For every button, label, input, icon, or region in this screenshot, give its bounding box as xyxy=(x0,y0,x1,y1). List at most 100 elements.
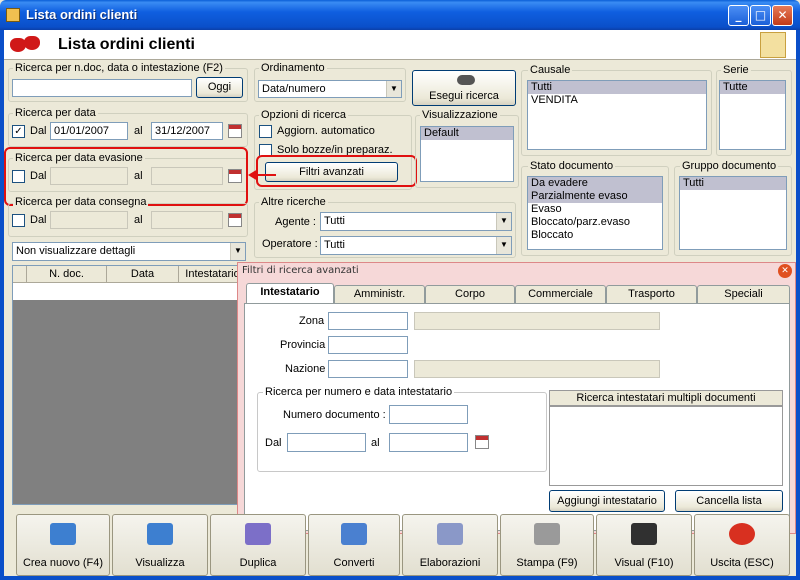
contacts-icon[interactable] xyxy=(760,32,786,58)
aggiorn-checkbox[interactable] xyxy=(259,125,272,138)
numero-data-group xyxy=(257,392,547,472)
maximize-button[interactable]: □ xyxy=(750,5,771,26)
causale-list[interactable]: Tutti VENDITA xyxy=(527,80,707,150)
button-label: Elaborazioni xyxy=(419,557,481,569)
pen-icon xyxy=(631,523,657,545)
stato-label: Stato documento xyxy=(528,160,616,172)
agente-select[interactable]: Tutti ▼ xyxy=(320,212,512,231)
chevron-down-icon: ▼ xyxy=(496,213,511,230)
elaborazioni-button[interactable]: Elaborazioni xyxy=(402,514,498,576)
visualizzazione-label: Visualizzazione xyxy=(420,109,500,121)
button-label: Crea nuovo (F4) xyxy=(22,557,104,569)
provincia-input[interactable] xyxy=(328,336,408,354)
serie-label: Serie xyxy=(721,64,751,76)
page-title: Lista ordini clienti xyxy=(58,36,195,53)
button-label: Visual (F10) xyxy=(614,557,674,569)
window-frame-bottom xyxy=(0,576,800,580)
list-item[interactable]: Tutti xyxy=(680,177,786,190)
tab-corpo[interactable]: Corpo xyxy=(425,285,515,303)
list-item[interactable]: Da evadere xyxy=(528,177,662,190)
list-item[interactable]: Bloccato/parz.evaso xyxy=(528,216,662,229)
table-row[interactable] xyxy=(13,283,247,300)
stato-list[interactable]: Da evadere Parzialmente evaso Evaso Bloc… xyxy=(527,176,663,250)
search-input[interactable] xyxy=(12,79,192,97)
chevron-down-icon: ▼ xyxy=(496,237,511,254)
list-item[interactable]: Parzialmente evaso xyxy=(528,190,662,203)
multipli-header: Ricerca intestatari multipli documenti xyxy=(549,390,783,406)
chevron-down-icon: ▼ xyxy=(230,243,245,260)
tab-trasporto[interactable]: Trasporto xyxy=(606,285,697,303)
list-item[interactable]: Evaso xyxy=(528,203,662,216)
visual-button[interactable]: Visual (F10) xyxy=(596,514,692,576)
intest-al-input[interactable] xyxy=(389,433,468,452)
orders-grid[interactable]: N. doc. Data Intestatario xyxy=(12,265,248,505)
convert-icon xyxy=(341,523,367,545)
list-item[interactable]: Tutte xyxy=(720,81,785,94)
uscita-button[interactable]: Uscita (ESC) xyxy=(694,514,790,576)
cancella-lista-button[interactable]: Cancella lista xyxy=(675,490,783,512)
list-item[interactable]: Default xyxy=(421,127,513,140)
gruppo-list[interactable]: Tutti xyxy=(679,176,787,250)
al-label: al xyxy=(134,214,143,226)
column-header[interactable]: N. doc. xyxy=(27,266,107,283)
zona-input[interactable] xyxy=(328,312,408,330)
duplica-button[interactable]: Duplica xyxy=(210,514,306,576)
list-item[interactable]: VENDITA xyxy=(528,94,706,107)
nazione-input[interactable] xyxy=(328,360,408,378)
oggi-button[interactable]: Oggi xyxy=(196,77,243,98)
button-label: Visualizza xyxy=(135,557,185,569)
ordinamento-select[interactable]: Data/numero ▼ xyxy=(258,80,402,98)
page-header: Lista ordini clienti xyxy=(4,30,796,60)
list-item[interactable]: Tutti xyxy=(528,81,706,94)
tab-intestatario[interactable]: Intestatario xyxy=(246,283,334,304)
dialog-close-icon[interactable]: ✕ xyxy=(778,264,792,278)
al-date-input[interactable]: 31/12/2007 xyxy=(151,122,223,140)
consegna-al-input[interactable] xyxy=(151,211,223,229)
nazione-label: Nazione xyxy=(285,363,326,375)
zona-description xyxy=(414,312,660,330)
calendar-icon[interactable] xyxy=(228,213,242,227)
dettagli-select[interactable]: Non visualizzare dettagli ▼ xyxy=(12,242,246,261)
esegui-ricerca-button[interactable]: Esegui ricerca xyxy=(412,70,516,106)
stampa-button[interactable]: Stampa (F9) xyxy=(500,514,594,576)
multipli-list[interactable] xyxy=(549,406,783,486)
column-header[interactable]: Data xyxy=(107,266,179,283)
calendar-icon[interactable] xyxy=(228,124,242,138)
calendar-icon[interactable] xyxy=(475,435,489,449)
dialog-title: Filtri di ricerca avanzati xyxy=(242,265,359,276)
highlight-box xyxy=(256,155,417,187)
visualizza-button[interactable]: Visualizza xyxy=(112,514,208,576)
gear-icon xyxy=(437,523,463,545)
intestatario-panel: Zona Provincia Nazione Ricerca per numer… xyxy=(244,303,790,531)
tab-speciali[interactable]: Speciali xyxy=(697,285,790,303)
chevron-down-icon: ▼ xyxy=(386,81,401,97)
visualizzazione-list[interactable]: Default xyxy=(420,126,514,182)
printer-icon xyxy=(534,523,560,545)
consegna-dal-input[interactable] xyxy=(50,211,128,229)
window-titlebar[interactable]: Lista ordini clienti _ □ ✕ xyxy=(0,0,800,30)
button-label: Uscita (ESC) xyxy=(710,557,774,569)
tab-amministr[interactable]: Amministr. xyxy=(334,285,425,303)
crea-nuovo-button[interactable]: Crea nuovo (F4) xyxy=(16,514,110,576)
numero-group-label: Ricerca per numero e data intestatario xyxy=(263,386,455,398)
provincia-label: Provincia xyxy=(280,339,326,351)
tab-commerciale[interactable]: Commerciale xyxy=(515,285,606,303)
agente-value: Tutti xyxy=(324,215,345,227)
dettagli-value: Non visualizzare dettagli xyxy=(16,245,136,257)
close-button[interactable]: ✕ xyxy=(772,5,793,26)
app-icon xyxy=(6,8,20,22)
window-frame-left xyxy=(0,30,4,580)
minimize-button[interactable]: _ xyxy=(728,5,749,26)
ricerca-data-checkbox[interactable]: ✓ xyxy=(12,125,25,138)
dal-date-input[interactable]: 01/01/2007 xyxy=(50,122,128,140)
numero-doc-input[interactable] xyxy=(389,405,468,424)
list-item[interactable]: Bloccato xyxy=(528,229,662,242)
operatore-select[interactable]: Tutti ▼ xyxy=(320,236,512,255)
intest-dal-input[interactable] xyxy=(287,433,366,452)
aggiungi-intestatario-button[interactable]: Aggiungi intestatario xyxy=(549,490,665,512)
converti-button[interactable]: Converti xyxy=(308,514,400,576)
window-title: Lista ordini clienti xyxy=(26,7,138,22)
window-frame-right xyxy=(796,30,800,580)
serie-list[interactable]: Tutte xyxy=(719,80,786,150)
ricerca-consegna-checkbox[interactable] xyxy=(12,214,25,227)
